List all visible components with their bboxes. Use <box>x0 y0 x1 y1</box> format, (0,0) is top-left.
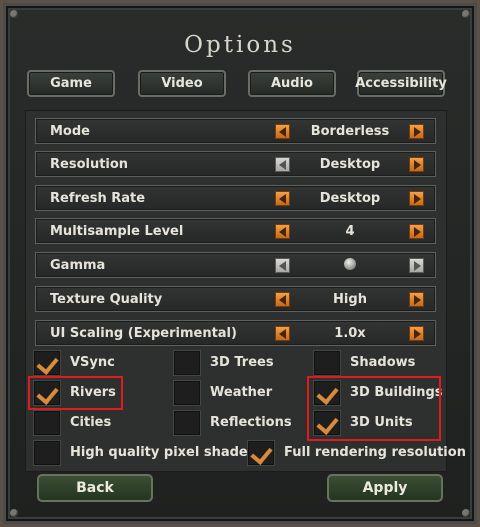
arrow-right-icon[interactable] <box>409 224 424 239</box>
setting-value: 1.0x <box>334 326 366 341</box>
setting-label: Refresh Rate <box>50 191 146 206</box>
arrow-right-icon[interactable] <box>409 124 424 139</box>
checkmark-icon <box>250 442 273 465</box>
shadows-label: Shadows <box>350 355 416 370</box>
trees-3d-checkbox[interactable] <box>173 350 201 376</box>
tab-video[interactable]: Video <box>138 70 226 97</box>
cities-checkbox[interactable] <box>33 410 61 436</box>
window-title: Options <box>184 32 296 58</box>
weather-label: Weather <box>210 385 273 400</box>
arrow-right-icon[interactable] <box>409 191 424 206</box>
reflections-checkbox[interactable] <box>173 410 201 436</box>
setting-value: Desktop <box>319 157 381 172</box>
hq-shaders-label: High quality pixel shaders <box>70 445 262 460</box>
setting-label: Mode <box>50 124 90 139</box>
highlight-box <box>28 376 123 410</box>
highlight-box <box>307 376 441 441</box>
setting-row-refresh-rate: Refresh Rate Desktop <box>35 185 436 211</box>
vsync-label: VSync <box>70 355 115 370</box>
setting-row-gamma: Gamma <box>35 252 436 278</box>
arrow-left-icon[interactable] <box>275 326 290 341</box>
arrow-right-icon[interactable] <box>409 326 424 341</box>
setting-label: Resolution <box>50 157 129 172</box>
full-res-label: Full rendering resolution <box>284 445 466 460</box>
setting-value: 4 <box>345 224 355 239</box>
tab-accessibility[interactable]: Accessibility <box>355 70 447 97</box>
arrow-left-icon[interactable] <box>275 157 290 172</box>
setting-label: Gamma <box>50 258 106 273</box>
rivet-decoration <box>10 10 18 18</box>
rivet-decoration <box>10 509 18 517</box>
apply-button[interactable]: Apply <box>327 474 443 502</box>
trees-3d-label: 3D Trees <box>210 355 274 370</box>
setting-label: Texture Quality <box>50 292 163 307</box>
full-res-checkbox[interactable] <box>247 440 275 466</box>
arrow-left-icon[interactable] <box>275 258 290 273</box>
arrow-left-icon[interactable] <box>275 191 290 206</box>
arrow-right-icon[interactable] <box>409 258 424 273</box>
arrow-right-icon[interactable] <box>409 292 424 307</box>
setting-row-ui-scaling: UI Scaling (Experimental) 1.0x <box>35 320 436 346</box>
setting-row-resolution: Resolution Desktop <box>35 151 436 177</box>
setting-row-multisample: Multisample Level 4 <box>35 218 436 244</box>
tab-audio[interactable]: Audio <box>248 70 336 97</box>
setting-value: Borderless <box>310 124 390 139</box>
hq-shaders-checkbox[interactable] <box>33 440 61 466</box>
rivet-decoration <box>462 509 470 517</box>
arrow-left-icon[interactable] <box>275 292 290 307</box>
checkmark-icon <box>36 352 59 375</box>
weather-checkbox[interactable] <box>173 380 201 406</box>
setting-row-texture-quality: Texture Quality High <box>35 286 436 312</box>
arrow-left-icon[interactable] <box>275 224 290 239</box>
setting-label: Multisample Level <box>50 224 184 239</box>
setting-value: Desktop <box>319 191 381 206</box>
tab-game[interactable]: Game <box>27 70 115 97</box>
setting-row-mode: Mode Borderless <box>35 118 436 144</box>
vsync-checkbox[interactable] <box>33 350 61 376</box>
arrow-left-icon[interactable] <box>275 124 290 139</box>
gamma-slider-knob[interactable] <box>344 258 356 270</box>
shadows-checkbox[interactable] <box>313 350 341 376</box>
setting-value: High <box>333 292 367 307</box>
rivet-decoration <box>462 10 470 18</box>
back-button[interactable]: Back <box>37 474 153 502</box>
setting-label: UI Scaling (Experimental) <box>50 326 237 341</box>
reflections-label: Reflections <box>210 415 292 430</box>
arrow-right-icon[interactable] <box>409 157 424 172</box>
cities-label: Cities <box>70 415 112 430</box>
